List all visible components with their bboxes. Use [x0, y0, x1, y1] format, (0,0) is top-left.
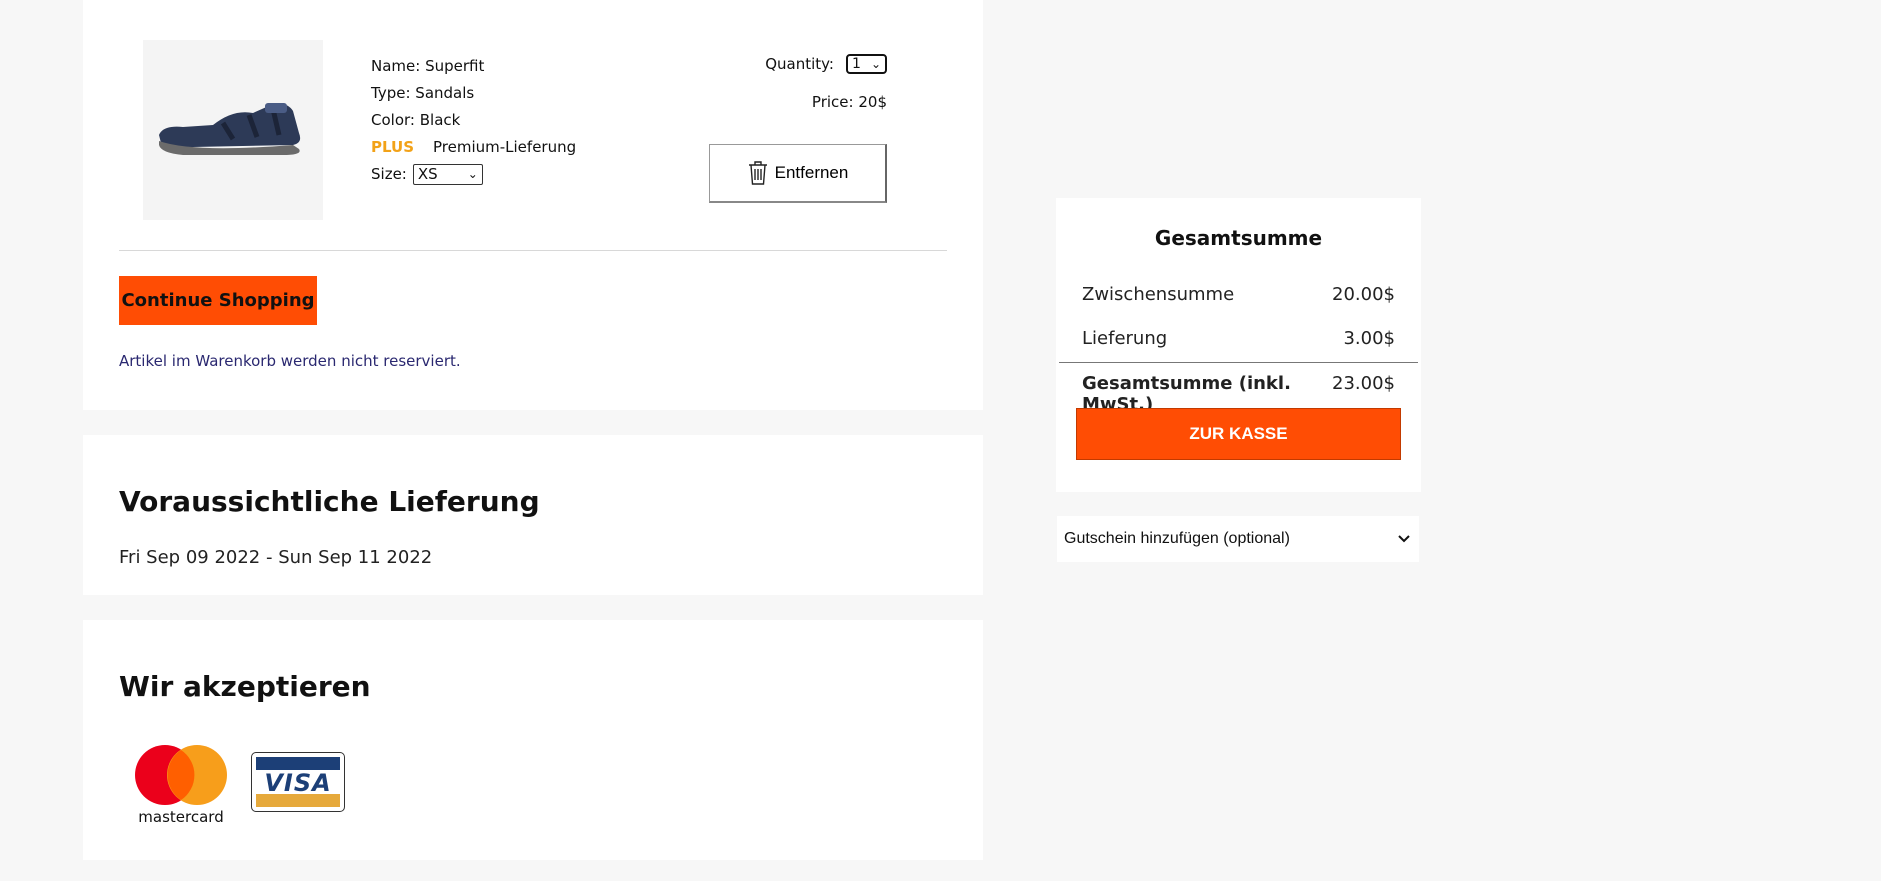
remove-button[interactable]: Entfernen — [709, 144, 887, 203]
premium-row: PLUS Premium-Lieferung — [371, 134, 576, 161]
shipping-row: Lieferung 3.00$ — [1082, 328, 1395, 349]
product-color: Black — [419, 111, 461, 129]
quantity-row: Quantity: 1 ⌄ — [687, 53, 887, 75]
payment-title: Wir akzeptieren — [119, 670, 371, 703]
divider — [119, 250, 947, 251]
shipping-value: 3.00$ — [1343, 328, 1395, 349]
plus-badge: PLUS — [371, 138, 415, 156]
divider — [1059, 362, 1418, 363]
price-label: Price: — [811, 93, 854, 111]
checkout-button[interactable]: ZUR KASSE — [1076, 408, 1401, 460]
product-type: Sandals — [415, 84, 475, 102]
delivery-title: Voraussichtliche Lieferung — [119, 485, 540, 518]
continue-shopping-button[interactable]: Continue Shopping — [119, 276, 317, 325]
product-name-row: Name: Superfit — [371, 53, 576, 80]
price-value: 20$ — [858, 93, 887, 111]
summary-title: Gesamtsumme — [1154, 226, 1323, 250]
cart-note: Artikel im Warenkorb werden nicht reserv… — [119, 352, 461, 370]
remove-label: Entfernen — [774, 163, 849, 182]
size-row: Size: XS ⌄ — [371, 161, 576, 188]
size-value: XS — [417, 165, 438, 183]
trash-icon — [748, 161, 767, 185]
product-color-row: Color: Black — [371, 107, 576, 134]
quantity-select[interactable]: 1 ⌄ — [846, 54, 887, 74]
quantity-label: Quantity: — [765, 55, 834, 73]
mastercard-logo: mastercard — [131, 744, 231, 830]
product-type-label: Type: — [371, 84, 411, 102]
subtotal-label: Zwischensumme — [1082, 284, 1235, 305]
coupon-label: Gutschein hinzufügen (optional) — [1064, 530, 1290, 547]
chevron-down-icon: ⌄ — [467, 167, 478, 181]
product-color-label: Color: — [371, 111, 415, 129]
product-type-row: Type: Sandals — [371, 80, 576, 107]
svg-text:mastercard: mastercard — [138, 808, 223, 826]
quantity-value: 1 — [852, 56, 861, 72]
size-select[interactable]: XS ⌄ — [412, 164, 483, 185]
payment-card: Wir akzeptieren mastercard VISA — [83, 620, 983, 860]
delivery-card: Voraussichtliche Lieferung Fri Sep 09 20… — [83, 435, 983, 595]
product-image[interactable] — [143, 40, 323, 220]
product-details: Name: Superfit Type: Sandals Color: Blac… — [371, 53, 576, 188]
chevron-down-icon — [1398, 535, 1410, 543]
order-summary: Gesamtsumme Zwischensumme 20.00$ Lieferu… — [1056, 198, 1421, 492]
coupon-toggle[interactable]: Gutschein hinzufügen (optional) — [1057, 516, 1419, 562]
cart-item-card: Name: Superfit Type: Sandals Color: Blac… — [83, 0, 983, 410]
subtotal-row: Zwischensumme 20.00$ — [1082, 284, 1395, 305]
subtotal-value: 20.00$ — [1332, 284, 1395, 305]
shipping-label: Lieferung — [1082, 328, 1168, 349]
chevron-down-icon: ⌄ — [870, 57, 881, 71]
price-row: Price: 20$ — [687, 93, 887, 111]
visa-logo: VISA — [251, 752, 345, 812]
premium-label: Premium-Lieferung — [433, 138, 577, 156]
sandal-icon — [159, 103, 301, 155]
product-name-label: Name: — [371, 57, 421, 75]
delivery-date: Fri Sep 09 2022 - Sun Sep 11 2022 — [119, 547, 433, 568]
quantity-price: Quantity: 1 ⌄ Price: 20$ — [687, 53, 887, 111]
size-label: Size: — [371, 165, 407, 183]
product-name: Superfit — [425, 57, 485, 75]
